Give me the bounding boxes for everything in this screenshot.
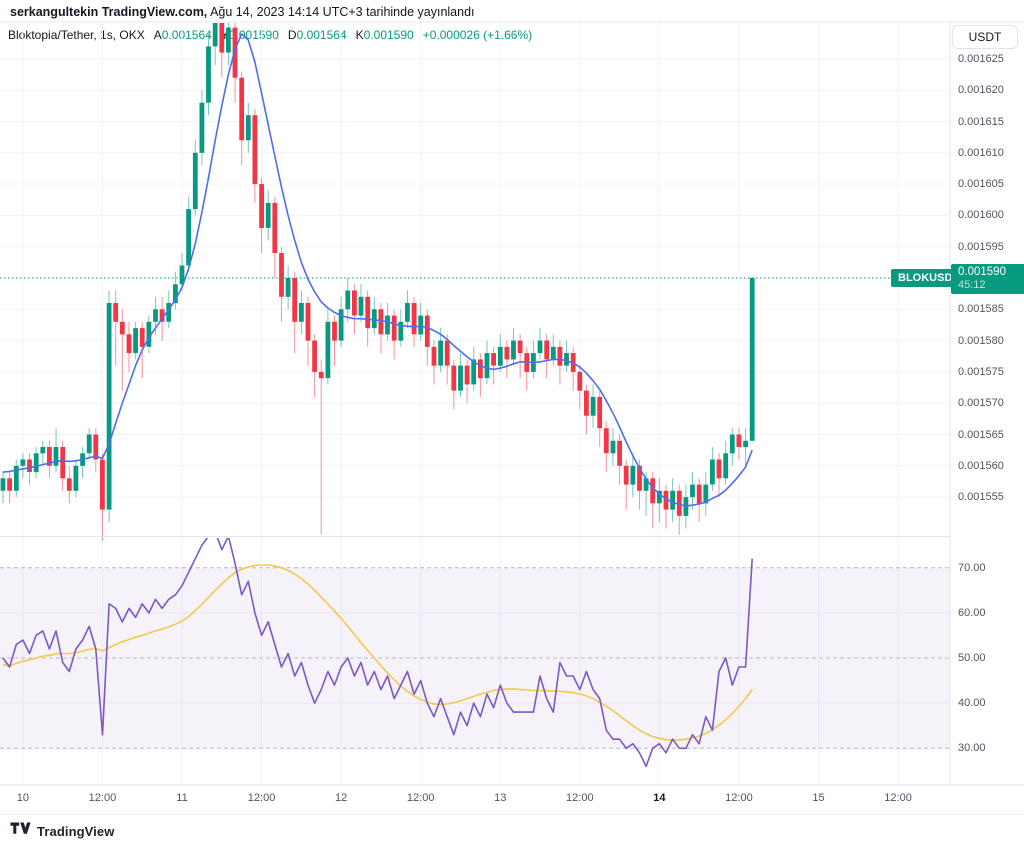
price-axis-label: 0.001620	[958, 84, 1004, 96]
price-axis-label: 0.001585	[958, 303, 1004, 315]
price-axis-label: 0.001610	[958, 147, 1004, 159]
tradingview-logo-icon[interactable]	[10, 822, 31, 840]
price-axis-label: 0.001565	[958, 429, 1004, 441]
bar-countdown: 45:12	[958, 279, 1024, 291]
time-axis-label: 13	[478, 792, 522, 804]
price-axis-label: 0.001615	[958, 116, 1004, 128]
currency-toggle-button[interactable]: USDT	[952, 25, 1018, 49]
price-axis-label: 0.001570	[958, 397, 1004, 409]
price-axis-label: 0.001600	[958, 209, 1004, 221]
published-timestamp: Ağu 14, 2023 14:14 UTC+3 tarihinde yayın…	[207, 5, 474, 19]
rsi-axis-label: 60.00	[958, 607, 986, 619]
time-axis-label: 12:00	[558, 792, 602, 804]
tradingview-brand[interactable]: TradingView	[37, 824, 114, 839]
tradingview-published-chart: serkangultekin TradingView.com, Ağu 14, …	[0, 0, 1024, 844]
rsi-axis-label: 50.00	[958, 652, 986, 664]
header-byline: serkangultekin TradingView.com, Ağu 14, …	[10, 4, 475, 20]
price-axis-label: 0.001555	[958, 491, 1004, 503]
price-axis-label: 0.001625	[958, 53, 1004, 65]
price-axis-label: 0.001595	[958, 241, 1004, 253]
time-axis-label: 14	[637, 792, 681, 804]
chart-svg[interactable]	[0, 0, 1024, 844]
price-axis-label: 0.001560	[958, 460, 1004, 472]
last-price-value: 0.001590	[958, 266, 1024, 279]
time-axis-label: 15	[796, 792, 840, 804]
author-link[interactable]: serkangultekin TradingView.com,	[10, 5, 207, 19]
footer: TradingView	[10, 822, 114, 840]
price-axis-label: 0.001580	[958, 335, 1004, 347]
time-axis-label: 12:00	[80, 792, 124, 804]
time-axis-label: 12:00	[876, 792, 920, 804]
time-axis-label: 12:00	[717, 792, 761, 804]
time-axis-label: 12	[319, 792, 363, 804]
time-axis-label: 10	[1, 792, 45, 804]
rsi-axis-label: 30.00	[958, 742, 986, 754]
time-axis-label: 12:00	[399, 792, 443, 804]
last-price-badge: 0.001590 45:12	[951, 264, 1024, 294]
price-axis-label: 0.001575	[958, 366, 1004, 378]
rsi-axis-label: 70.00	[958, 562, 986, 574]
rsi-axis-label: 40.00	[958, 697, 986, 709]
time-axis-label: 12:00	[240, 792, 284, 804]
time-axis-label: 11	[160, 792, 204, 804]
price-axis-label: 0.001605	[958, 178, 1004, 190]
